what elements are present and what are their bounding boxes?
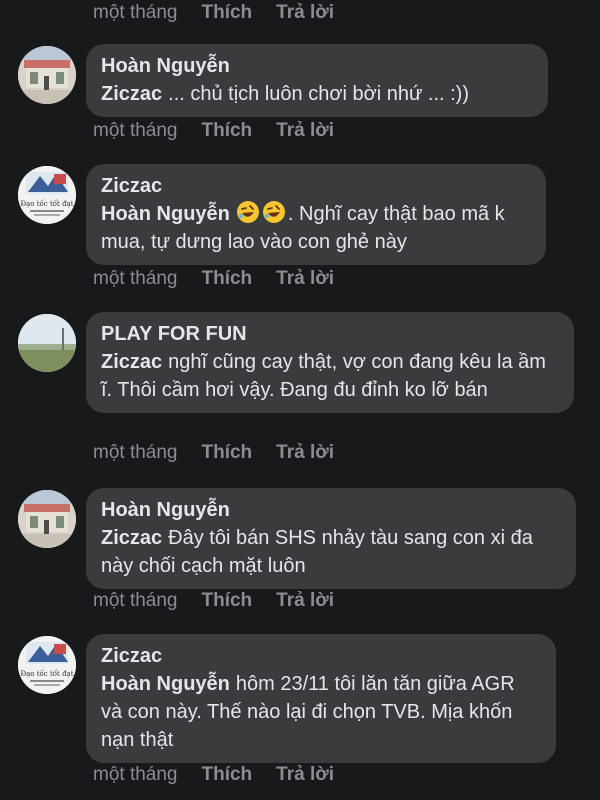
mention-link[interactable]: Ziczac: [101, 351, 162, 373]
timestamp: một tháng: [93, 590, 178, 611]
comment-actions-top: một tháng Thích Trả lời: [93, 0, 334, 26]
reply-button[interactable]: Trả lời: [276, 442, 334, 464]
comment-actions: một tháng Thích Trả lời: [93, 266, 334, 292]
comment-actions: một tháng Thích Trả lời: [93, 588, 334, 614]
avatar[interactable]: Đạo tốc tốt đạt: [18, 166, 76, 224]
comment-author[interactable]: Ziczac: [101, 172, 530, 200]
like-button[interactable]: Thích: [202, 2, 253, 24]
timestamp: một tháng: [93, 120, 178, 141]
reply-button[interactable]: Trả lời: [276, 2, 334, 24]
avatar-photo: [18, 314, 76, 372]
like-button[interactable]: Thích: [202, 442, 253, 464]
rolling-on-floor-laughing-emoji: [236, 201, 259, 223]
comment-author[interactable]: Ziczac: [101, 642, 540, 670]
avatar[interactable]: [18, 314, 76, 372]
svg-text:Đạo tốc tốt đạt: Đạo tốc tốt đạt: [20, 199, 73, 208]
comment-author[interactable]: PLAY FOR FUN: [101, 320, 558, 348]
timestamp: một tháng: [93, 268, 178, 289]
avatar[interactable]: Đạo tốc tốt đạt: [18, 636, 76, 694]
comment-text: Ziczac Đây tôi bán SHS nhảy tàu sang con …: [101, 524, 560, 580]
reply-button[interactable]: Trả lời: [276, 590, 334, 612]
comment-author[interactable]: Hoàn Nguyễn: [101, 496, 560, 524]
avatar[interactable]: [18, 46, 76, 104]
comment-actions: một tháng Thích Trả lời: [93, 440, 334, 466]
timestamp: một tháng: [93, 442, 178, 463]
comment-author[interactable]: Hoàn Nguyễn: [101, 52, 532, 80]
avatar-photo: Đạo tốc tốt đạt: [18, 166, 76, 224]
comment-bubble: PLAY FOR FUN Ziczac nghĩ cũng cay thật, v…: [86, 312, 574, 413]
avatar-photo: Đạo tốc tốt đạt: [18, 636, 76, 694]
comment-body: nghĩ cũng cay thật, vợ con đang kêu la ầ…: [101, 351, 546, 401]
timestamp: một tháng: [93, 764, 178, 785]
comment-body: ... chủ tịch luôn chơi bời nhứ ... :)): [168, 83, 470, 105]
svg-text:Đạo tốc tốt đạt: Đạo tốc tốt đạt: [20, 669, 73, 678]
avatar-photo: [18, 46, 76, 104]
reply-button[interactable]: Trả lời: [276, 120, 334, 142]
mention-link[interactable]: Hoàn Nguyễn: [101, 203, 230, 225]
comment-actions: một tháng Thích Trả lời: [93, 118, 334, 144]
comment-text: Ziczac nghĩ cũng cay thật, vợ con đang kê…: [101, 348, 558, 404]
avatar[interactable]: [18, 490, 76, 548]
comment-bubble: Ziczac Hoàn Nguyễn. Nghĩ cay thật bao mã…: [86, 164, 546, 265]
comment-body: Đây tôi bán SHS nhảy tàu sang con xi đa …: [101, 527, 533, 577]
comment-bubble: Hoàn Nguyễn Ziczac ... chủ tịch luôn chơi…: [86, 44, 548, 117]
comment-bubble: Ziczac Hoàn Nguyễn hôm 23/11 tôi lăn tăn …: [86, 634, 556, 763]
mention-link[interactable]: Ziczac: [101, 83, 162, 105]
rolling-on-floor-laughing-emoji: [262, 201, 285, 223]
comment-text: Ziczac ... chủ tịch luôn chơi bời nhứ ...…: [101, 80, 532, 108]
timestamp: một tháng: [93, 2, 178, 23]
like-button[interactable]: Thích: [202, 764, 253, 786]
reply-button[interactable]: Trả lời: [276, 268, 334, 290]
mention-link[interactable]: Hoàn Nguyễn: [101, 673, 230, 695]
comment-actions: một tháng Thích Trả lời: [93, 762, 334, 788]
comment-text: Hoàn Nguyễn hôm 23/11 tôi lăn tăn giữa AG…: [101, 670, 540, 754]
like-button[interactable]: Thích: [202, 590, 253, 612]
like-button[interactable]: Thích: [202, 120, 253, 142]
comment-bubble: Hoàn Nguyễn Ziczac Đây tôi bán SHS nhảy t…: [86, 488, 576, 589]
reply-button[interactable]: Trả lời: [276, 764, 334, 786]
mention-link[interactable]: Ziczac: [101, 527, 162, 549]
avatar-photo: [18, 490, 76, 548]
like-button[interactable]: Thích: [202, 268, 253, 290]
comment-text: Hoàn Nguyễn. Nghĩ cay thật bao mã k mua,…: [101, 200, 530, 256]
